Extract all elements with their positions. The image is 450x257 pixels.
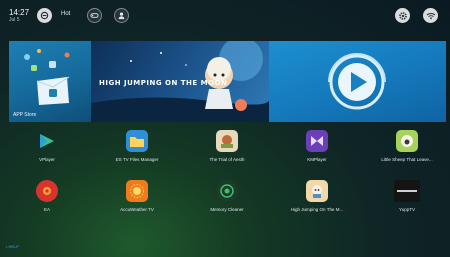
app-es-file-manager[interactable]: ES TV Files Manager: [95, 130, 179, 162]
app-label: VPlayer: [39, 157, 55, 162]
gear-icon: [398, 11, 407, 20]
app-label: EA: [43, 207, 50, 212]
hot-tab-button[interactable]: [37, 8, 52, 23]
video-player-banner[interactable]: [269, 41, 446, 122]
sun-icon: [126, 180, 148, 202]
wifi-button[interactable]: [423, 8, 438, 23]
app-label: YuppTV: [398, 207, 415, 212]
hot-tab-label[interactable]: Hot: [61, 11, 70, 17]
settings-button[interactable]: [395, 8, 410, 23]
user-tab-button[interactable]: [114, 8, 129, 23]
app-accuweather[interactable]: AccuWeather TV: [95, 180, 179, 212]
wifi-icon: [426, 12, 435, 19]
folder-icon: [126, 130, 148, 152]
app-ea[interactable]: EA: [5, 180, 89, 212]
app-vplayer[interactable]: VPlayer: [5, 130, 89, 162]
app-yupptv[interactable]: YuppTV: [365, 180, 449, 212]
vplayer-icon: [36, 130, 58, 152]
app-kmplayer[interactable]: KMPlayer: [275, 130, 359, 162]
app-label: ES TV Files Manager: [115, 157, 159, 162]
app-label: High Jumping On The M...: [290, 207, 344, 212]
app-store-label: APP Store: [13, 112, 37, 118]
sheep-icon: [396, 130, 418, 152]
cleaner-icon: [216, 180, 238, 202]
help-hint[interactable]: • HELP: [6, 244, 19, 249]
app-label: The Trial of Aesth: [209, 157, 245, 162]
app-store-banner[interactable]: APP Store: [9, 41, 91, 122]
app-memory-cleaner[interactable]: Memory Cleaner: [185, 180, 269, 212]
status-bar: 14:27 Jul 5 Hot: [0, 0, 450, 36]
app-label: AccuWeather TV: [120, 207, 154, 212]
kmplayer-icon: [306, 130, 328, 152]
app-high-jumping[interactable]: High Jumping On The M...: [275, 180, 359, 212]
moon-game-banner[interactable]: HIGH JUMPING ON THE MOON: [91, 41, 269, 122]
clock-date: Jul 5: [9, 17, 20, 23]
app-little-sheep[interactable]: Little Sheep That Leave...: [365, 130, 449, 162]
app-label: Little Sheep That Leave...: [381, 157, 433, 162]
gamepad-icon: [90, 13, 99, 18]
yupptv-icon: [394, 180, 420, 202]
app-store-illustration-icon: [24, 49, 70, 105]
app-trial-of-aesth[interactable]: The Trial of Aesth: [185, 130, 269, 162]
play-icon: [328, 53, 386, 110]
hot-icon: [40, 11, 49, 20]
moon-game-icon: [306, 180, 328, 202]
clock-time: 14:27: [9, 8, 30, 17]
app-label: Memory Cleaner: [210, 207, 244, 212]
user-icon: [118, 12, 125, 20]
moon-game-title: HIGH JUMPING ON THE MOON: [99, 79, 228, 87]
game-art-icon: [216, 130, 238, 152]
app-label: KMPlayer: [307, 157, 327, 162]
games-tab-button[interactable]: [87, 8, 102, 23]
ea-icon: [36, 180, 58, 202]
